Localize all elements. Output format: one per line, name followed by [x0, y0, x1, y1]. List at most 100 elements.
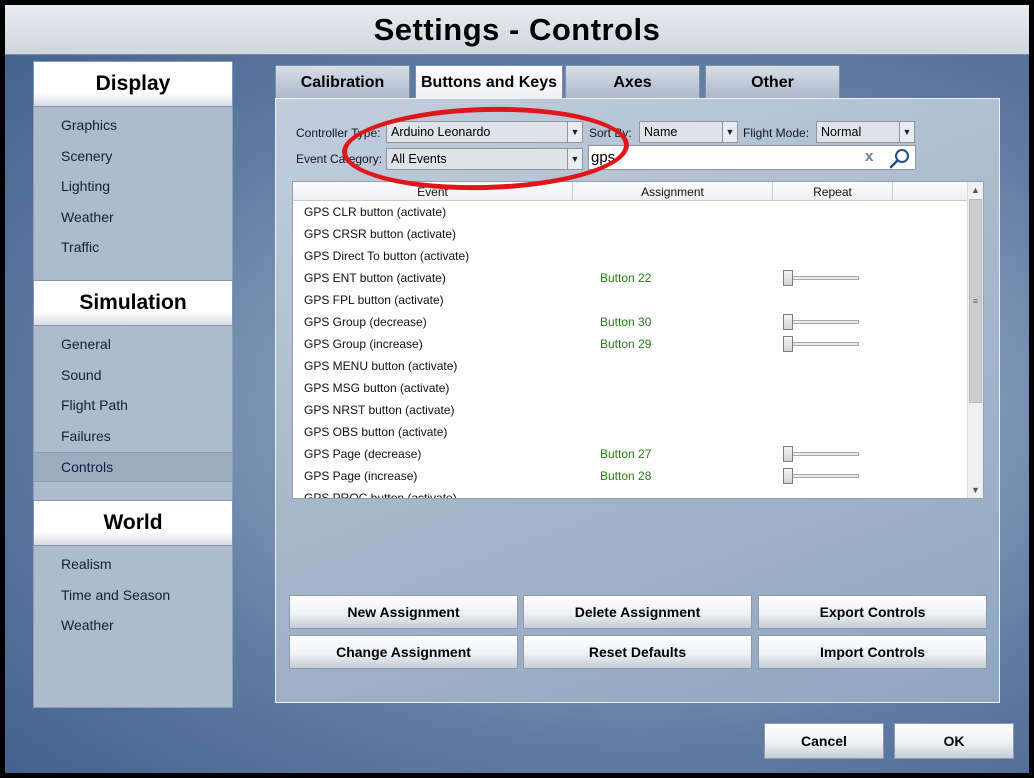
sidebar-item-graphics[interactable]: Graphics: [34, 110, 232, 140]
repeat-slider[interactable]: [783, 314, 861, 330]
slider-track: [787, 276, 859, 280]
event-name: GPS CLR button (activate): [304, 205, 447, 219]
section-panel-display: Graphics Scenery Lighting Weather Traffi…: [33, 107, 233, 280]
sidebar-item-sound[interactable]: Sound: [34, 360, 232, 390]
table-row[interactable]: GPS CRSR button (activate): [293, 223, 969, 245]
section-panel-simulation: General Sound Flight Path Failures Contr…: [33, 326, 233, 500]
event-search-input[interactable]: [589, 146, 859, 169]
table-body: GPS CLR button (activate) GPS CRSR button…: [293, 201, 969, 499]
table-header: Event Assignment Repeat: [293, 182, 969, 201]
new-assignment-button[interactable]: New Assignment: [289, 595, 518, 629]
event-name: GPS Group (increase): [304, 337, 423, 351]
event-name: GPS ENT button (activate): [304, 271, 446, 285]
event-name: GPS Group (decrease): [304, 315, 427, 329]
sidebar-item-failures[interactable]: Failures: [34, 421, 232, 451]
ok-button[interactable]: OK: [894, 723, 1014, 759]
controls-table: Event Assignment Repeat GPS CLR button (…: [292, 181, 984, 499]
table-row[interactable]: GPS FPL button (activate): [293, 289, 969, 311]
delete-assignment-button[interactable]: Delete Assignment: [523, 595, 752, 629]
table-row[interactable]: GPS OBS button (activate): [293, 421, 969, 443]
event-name: GPS OBS button (activate): [304, 425, 448, 439]
event-name: GPS PROC button (activate): [304, 491, 457, 499]
slider-thumb[interactable]: [783, 468, 793, 484]
slider-thumb[interactable]: [783, 270, 793, 286]
sidebar-item-general[interactable]: General: [34, 329, 232, 359]
event-name: GPS Direct To button (activate): [304, 249, 470, 263]
assignment-value: Button 22: [600, 271, 652, 285]
export-controls-button[interactable]: Export Controls: [758, 595, 987, 629]
sidebar-item-world-weather[interactable]: Weather: [34, 610, 232, 640]
column-header-repeat[interactable]: Repeat: [773, 182, 893, 201]
section-header-world[interactable]: World: [33, 500, 233, 546]
table-row[interactable]: GPS MENU button (activate): [293, 355, 969, 377]
slider-track: [787, 452, 859, 456]
assignment-value: Button 28: [600, 469, 652, 483]
sidebar-item-time-and-season[interactable]: Time and Season: [34, 580, 232, 610]
buttons-and-keys-panel: Controller Type: Arduino Leonardo ▼ Sort…: [275, 98, 1000, 703]
slider-thumb[interactable]: [783, 336, 793, 352]
table-row[interactable]: GPS Page (decrease) Button 27: [293, 443, 969, 465]
sort-by-value: Name: [644, 125, 678, 139]
slider-track: [787, 320, 859, 324]
slider-thumb[interactable]: [783, 446, 793, 462]
flight-mode-select[interactable]: Normal ▼: [816, 121, 915, 143]
tab-calibration[interactable]: Calibration: [275, 65, 410, 99]
triangle-down-icon: ▼: [722, 122, 737, 142]
event-search-box: x: [588, 145, 916, 170]
reset-defaults-button[interactable]: Reset Defaults: [523, 635, 752, 669]
sidebar-item-controls[interactable]: Controls: [34, 452, 232, 482]
clear-x-icon[interactable]: x: [865, 148, 873, 165]
vertical-scrollbar[interactable]: ▲ ≡ ▼: [967, 182, 983, 498]
sidebar-item-scenery[interactable]: Scenery: [34, 141, 232, 171]
repeat-slider[interactable]: [783, 446, 861, 462]
tab-buttons-and-keys[interactable]: Buttons and Keys: [415, 65, 563, 99]
tab-axes[interactable]: Axes: [565, 65, 700, 99]
sidebar-item-lighting[interactable]: Lighting: [34, 171, 232, 201]
slider-track: [787, 474, 859, 478]
triangle-down-icon: ▼: [899, 122, 914, 142]
settings-window: Settings - Controls Display Graphics Sce…: [5, 5, 1029, 773]
assignment-value: Button 27: [600, 447, 652, 461]
table-row[interactable]: GPS CLR button (activate): [293, 201, 969, 223]
scroll-thumb[interactable]: ≡: [969, 199, 982, 403]
section-header-simulation[interactable]: Simulation: [33, 280, 233, 326]
table-row[interactable]: GPS Page (increase) Button 28: [293, 465, 969, 487]
slider-track: [787, 342, 859, 346]
event-name: GPS MSG button (activate): [304, 381, 450, 395]
slider-thumb[interactable]: [783, 314, 793, 330]
sort-by-select[interactable]: Name ▼: [639, 121, 738, 143]
repeat-slider[interactable]: [783, 336, 861, 352]
sidebar-item-weather[interactable]: Weather: [34, 202, 232, 232]
assignment-value: Button 29: [600, 337, 652, 351]
sidebar-item-realism[interactable]: Realism: [34, 549, 232, 579]
scroll-down-icon[interactable]: ▼: [968, 482, 983, 498]
table-row[interactable]: GPS MSG button (activate): [293, 377, 969, 399]
table-row[interactable]: GPS ENT button (activate) Button 22: [293, 267, 969, 289]
flight-mode-label: Flight Mode:: [743, 126, 810, 140]
table-row[interactable]: GPS PROC button (activate): [293, 487, 969, 499]
repeat-slider[interactable]: [783, 270, 861, 286]
event-name: GPS MENU button (activate): [304, 359, 458, 373]
assignment-value: Button 30: [600, 315, 652, 329]
sidebar-item-traffic[interactable]: Traffic: [34, 232, 232, 262]
import-controls-button[interactable]: Import Controls: [758, 635, 987, 669]
scroll-up-icon[interactable]: ▲: [968, 182, 983, 198]
event-name: GPS Page (increase): [304, 469, 418, 483]
flight-mode-value: Normal: [821, 125, 862, 139]
section-header-display[interactable]: Display: [33, 61, 233, 107]
table-row[interactable]: GPS Group (increase) Button 29: [293, 333, 969, 355]
sidebar: Display Graphics Scenery Lighting Weathe…: [33, 61, 233, 708]
table-row[interactable]: GPS Group (decrease) Button 30: [293, 311, 969, 333]
table-row[interactable]: GPS Direct To button (activate): [293, 245, 969, 267]
sidebar-item-flight-path[interactable]: Flight Path: [34, 390, 232, 420]
cancel-button[interactable]: Cancel: [764, 723, 884, 759]
tab-other[interactable]: Other: [705, 65, 840, 99]
event-name: GPS CRSR button (activate): [304, 227, 457, 241]
magnifier-icon[interactable]: [888, 147, 912, 169]
section-panel-world: Realism Time and Season Weather: [33, 546, 233, 708]
table-row[interactable]: GPS NRST button (activate): [293, 399, 969, 421]
repeat-slider[interactable]: [783, 468, 861, 484]
change-assignment-button[interactable]: Change Assignment: [289, 635, 518, 669]
column-header-assignment[interactable]: Assignment: [573, 182, 773, 201]
window-title: Settings - Controls: [373, 11, 661, 47]
